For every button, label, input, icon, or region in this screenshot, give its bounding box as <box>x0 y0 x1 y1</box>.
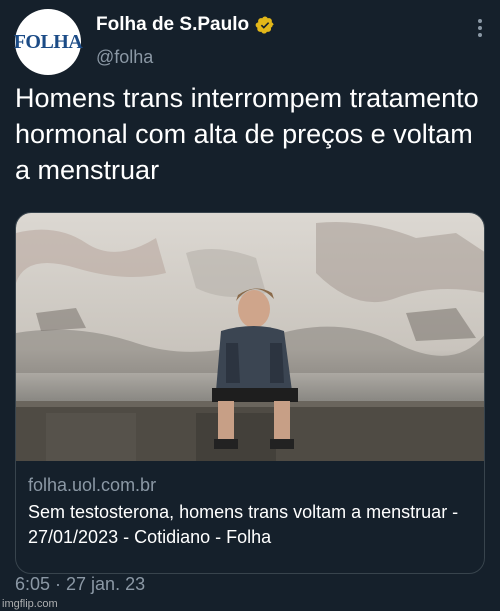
imgflip-watermark: imgflip.com <box>2 598 58 610</box>
tweet-text: Homens trans interrompem tratamento horm… <box>15 83 479 185</box>
verified-badge-icon <box>255 16 274 34</box>
display-name[interactable]: Folha de S.Paulo <box>96 14 249 36</box>
card-title: Sem testosterona, homens trans voltam a … <box>28 502 459 547</box>
card-domain: folha.uol.com.br <box>28 475 157 495</box>
more-options-icon[interactable] <box>470 16 490 40</box>
handle[interactable]: @folha <box>96 47 153 68</box>
tweet-timestamp[interactable]: 6:05 · 27 jan. 23 <box>15 574 145 595</box>
article-photo <box>16 213 484 461</box>
avatar-logo-text: FOLHA <box>13 30 83 53</box>
avatar[interactable]: FOLHA <box>13 9 83 75</box>
link-card[interactable]: folha.uol.com.br Sem testosterona, homen… <box>15 212 485 574</box>
author-name-row[interactable]: Folha de S.Paulo <box>96 14 275 36</box>
